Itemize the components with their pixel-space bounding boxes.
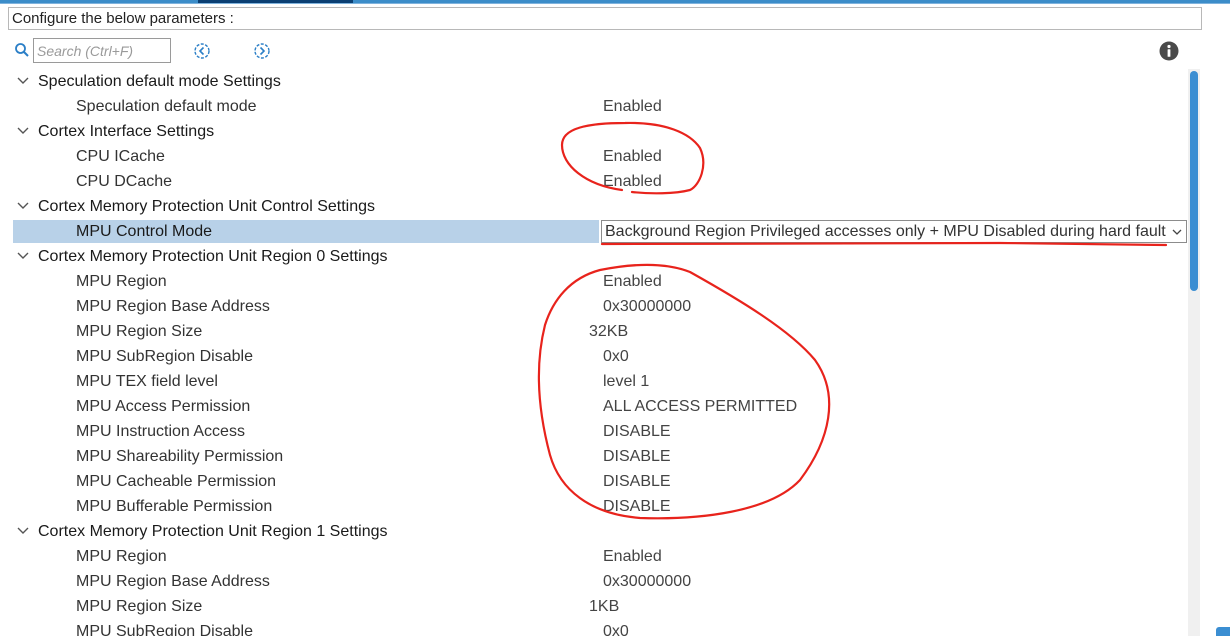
param-value[interactable]: Enabled: [603, 269, 662, 294]
param-label: MPU SubRegion Disable: [76, 623, 253, 636]
toolbar: [0, 36, 1230, 66]
param-row[interactable]: MPU SubRegion Disable 0x0: [0, 619, 1188, 636]
chevron-down-icon[interactable]: [16, 76, 30, 86]
param-row[interactable]: MPU SubRegion Disable 0x0: [0, 344, 1188, 369]
param-value[interactable]: 1KB: [589, 594, 619, 619]
param-value[interactable]: level 1: [603, 369, 649, 394]
param-row-selected[interactable]: MPU Control Mode Background Region Privi…: [0, 219, 1188, 244]
param-value[interactable]: Enabled: [603, 544, 662, 569]
parameter-tree: Speculation default mode Settings Specul…: [0, 69, 1188, 636]
param-row[interactable]: MPU TEX field level level 1: [0, 369, 1188, 394]
param-label: MPU Region Base Address: [76, 298, 270, 315]
group-title: Cortex Memory Protection Unit Region 1 S…: [38, 523, 388, 540]
param-row[interactable]: MPU Cacheable Permission DISABLE: [0, 469, 1188, 494]
param-row[interactable]: CPU DCache Enabled: [0, 169, 1188, 194]
search-icon[interactable]: [14, 42, 30, 58]
param-value[interactable]: Enabled: [603, 144, 662, 169]
group-title: Cortex Memory Protection Unit Control Se…: [38, 198, 376, 215]
param-label: MPU Access Permission: [76, 398, 251, 415]
param-label: MPU Region Base Address: [76, 573, 270, 590]
param-value[interactable]: 0x0: [603, 619, 629, 636]
chevron-down-icon[interactable]: [16, 526, 30, 536]
param-label: MPU Control Mode: [76, 223, 213, 240]
param-label: MPU TEX field level: [76, 373, 218, 390]
param-value[interactable]: DISABLE: [603, 494, 671, 519]
param-row[interactable]: MPU Region Enabled: [0, 269, 1188, 294]
next-icon[interactable]: [253, 42, 271, 60]
group-title: Cortex Memory Protection Unit Region 0 S…: [38, 248, 388, 265]
param-label: MPU Instruction Access: [76, 423, 245, 440]
param-row[interactable]: MPU Instruction Access DISABLE: [0, 419, 1188, 444]
chevron-down-icon[interactable]: [1171, 226, 1183, 238]
chevron-down-icon[interactable]: [16, 251, 30, 261]
group-mpu-region-0[interactable]: Cortex Memory Protection Unit Region 0 S…: [0, 244, 1188, 269]
param-value[interactable]: 0x30000000: [603, 569, 691, 594]
param-row[interactable]: Speculation default mode Enabled: [0, 94, 1188, 119]
param-value[interactable]: DISABLE: [603, 419, 671, 444]
group-mpu-control[interactable]: Cortex Memory Protection Unit Control Se…: [0, 194, 1188, 219]
group-speculation[interactable]: Speculation default mode Settings: [0, 69, 1188, 94]
group-cortex-interface[interactable]: Cortex Interface Settings: [0, 119, 1188, 144]
param-row[interactable]: MPU Region Size 1KB: [0, 594, 1188, 619]
mpu-control-mode-select[interactable]: Background Region Privileged accesses on…: [601, 220, 1187, 243]
search-input[interactable]: [33, 38, 171, 63]
config-header: Configure the below parameters :: [8, 7, 1202, 30]
vertical-scrollbar[interactable]: [1188, 69, 1200, 636]
param-value[interactable]: Enabled: [603, 94, 662, 119]
chevron-down-icon[interactable]: [16, 126, 30, 136]
info-icon[interactable]: [1159, 41, 1179, 61]
tab-divider: [0, 3, 1230, 4]
param-row[interactable]: MPU Bufferable Permission DISABLE: [0, 494, 1188, 519]
param-row[interactable]: MPU Access Permission ALL ACCESS PERMITT…: [0, 394, 1188, 419]
param-row[interactable]: MPU Region Enabled: [0, 544, 1188, 569]
param-label: MPU Shareability Permission: [76, 448, 284, 465]
param-label: CPU DCache: [76, 173, 173, 190]
param-label: MPU Cacheable Permission: [76, 473, 277, 490]
param-value[interactable]: 32KB: [589, 319, 628, 344]
param-row[interactable]: CPU ICache Enabled: [0, 144, 1188, 169]
top-tab-strip: [0, 0, 1230, 4]
scrollbar-thumb[interactable]: [1190, 71, 1198, 291]
param-row[interactable]: MPU Region Base Address 0x30000000: [0, 294, 1188, 319]
param-row[interactable]: MPU Shareability Permission DISABLE: [0, 444, 1188, 469]
param-label: MPU Region Size: [76, 323, 203, 340]
select-value: Background Region Privileged accesses on…: [605, 223, 1167, 240]
previous-icon[interactable]: [193, 42, 211, 60]
param-value[interactable]: 0x30000000: [603, 294, 691, 319]
param-label: MPU Region: [76, 548, 167, 565]
chevron-down-icon[interactable]: [16, 201, 30, 211]
param-label: CPU ICache: [76, 148, 165, 165]
param-label: MPU Region Size: [76, 598, 203, 615]
param-value[interactable]: ALL ACCESS PERMITTED: [603, 394, 797, 419]
param-row[interactable]: MPU Region Size 32KB: [0, 319, 1188, 344]
param-label: MPU Bufferable Permission: [76, 498, 273, 515]
param-label: MPU Region: [76, 273, 167, 290]
group-title: Speculation default mode Settings: [38, 73, 281, 90]
param-label: Speculation default mode: [76, 98, 257, 115]
param-value[interactable]: 0x0: [603, 344, 629, 369]
param-value[interactable]: DISABLE: [603, 444, 671, 469]
resize-corner: [1216, 627, 1230, 636]
param-value[interactable]: Enabled: [603, 169, 662, 194]
param-label: MPU SubRegion Disable: [76, 348, 253, 365]
group-mpu-region-1[interactable]: Cortex Memory Protection Unit Region 1 S…: [0, 519, 1188, 544]
param-value[interactable]: DISABLE: [603, 469, 671, 494]
param-row[interactable]: MPU Region Base Address 0x30000000: [0, 569, 1188, 594]
group-title: Cortex Interface Settings: [38, 123, 215, 140]
